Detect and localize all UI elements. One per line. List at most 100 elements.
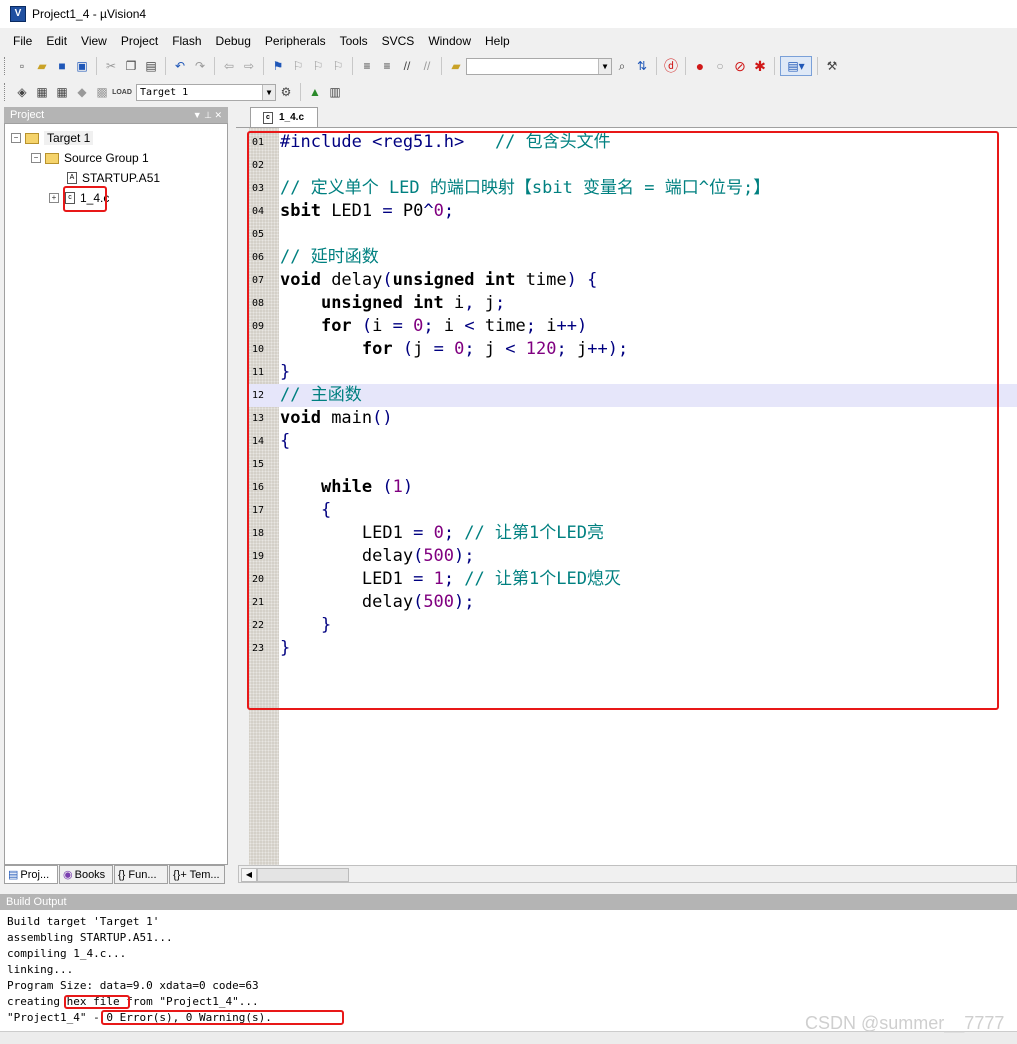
scroll-left-icon[interactable]: ◀ (241, 868, 257, 882)
tab-label: Books (74, 868, 106, 881)
toolbar-separator (685, 57, 686, 75)
tree-group-label: Source Group 1 (64, 151, 149, 165)
tree-target-label: Target 1 (44, 131, 94, 145)
kill-breakpoints-icon[interactable]: ✱ (751, 57, 769, 75)
paste-icon[interactable]: ▤ (142, 57, 160, 75)
toolbar-separator (214, 57, 215, 75)
disable-breakpoints-icon[interactable]: ⊘ (731, 57, 749, 75)
expand-icon[interactable]: + (49, 193, 59, 203)
comment-icon[interactable]: // (398, 57, 416, 75)
tab-templates[interactable]: {}+ Tem... (169, 865, 225, 884)
cut-icon[interactable]: ✂ (102, 57, 120, 75)
find-icon[interactable]: ⌕ (613, 57, 631, 75)
incremental-find-icon[interactable]: ⇅ (633, 57, 651, 75)
tab-books[interactable]: ◉ Books (59, 865, 113, 884)
menu-flash[interactable]: Flash (165, 34, 208, 48)
menu-project[interactable]: Project (114, 34, 165, 48)
configure-icon[interactable]: ⚒ (823, 57, 841, 75)
chevron-down-icon[interactable]: ▼ (262, 84, 275, 100)
manage-components-icon[interactable]: ▲ (306, 83, 324, 101)
prev-bookmark-icon[interactable]: ⚐ (289, 57, 307, 75)
build-output-line: compiling 1_4.c... (7, 947, 127, 960)
tree-file-label: STARTUP.A51 (82, 171, 161, 185)
tab-functions[interactable]: {} Fun... (114, 865, 168, 884)
tab-label: Proj... (20, 868, 50, 881)
save-all-icon[interactable]: ▣ (73, 57, 91, 75)
rebuild-icon[interactable]: ▦ (53, 83, 71, 101)
menu-window[interactable]: Window (421, 34, 478, 48)
chevron-down-icon[interactable]: ▼ (598, 58, 611, 74)
navigate-forward-icon[interactable]: ⇨ (240, 57, 258, 75)
insert-breakpoint-icon[interactable]: ● (691, 57, 709, 75)
build-output-line: creating hex file from "Project1_4"... (7, 995, 259, 1008)
window-title: Project1_4 - µVision4 (32, 7, 147, 21)
target-options-icon[interactable]: ⚙ (277, 83, 295, 101)
build-output-line: linking... (7, 963, 74, 976)
menu-tools[interactable]: Tools (333, 34, 375, 48)
toolbar-grip[interactable] (4, 83, 8, 101)
bookmark-icon[interactable]: ⚑ (269, 57, 287, 75)
menu-svcs[interactable]: SVCS (375, 34, 422, 48)
toolbar-separator (774, 57, 775, 75)
editor-tab-main[interactable]: c 1_4.c (250, 107, 318, 127)
open-file-icon[interactable]: ▰ (33, 57, 51, 75)
tree-source-group[interactable]: − Source Group 1 (31, 151, 149, 165)
tree-target[interactable]: − Target 1 (11, 131, 94, 145)
collapse-icon[interactable]: − (31, 153, 41, 163)
toolbar-grip[interactable] (4, 57, 8, 75)
menu-file[interactable]: File (6, 34, 39, 48)
new-file-icon[interactable]: ▫ (13, 57, 31, 75)
uvision-app-icon: V (10, 6, 26, 22)
download-icon[interactable]: LOAD (112, 83, 132, 101)
menu-peripherals[interactable]: Peripherals (258, 34, 333, 48)
annotation-box-result (101, 1010, 344, 1025)
save-icon[interactable]: ■ (53, 57, 71, 75)
find-combo[interactable]: ▼ (466, 57, 612, 75)
redo-icon[interactable]: ↷ (191, 57, 209, 75)
target-select[interactable]: Target 1 ▼ (136, 83, 276, 101)
project-panel-tabs: ▤ Proj... ◉ Books {} Fun... {}+ Tem... (4, 865, 228, 885)
watermark: CSDN @summer__7777 (805, 1013, 1005, 1033)
indent-icon[interactable]: ≡ (358, 57, 376, 75)
tree-file-startup[interactable]: A STARTUP.A51 (67, 171, 160, 185)
translate-icon[interactable]: ◈ (13, 83, 31, 101)
books-tab-icon: ◉ (63, 869, 73, 881)
next-bookmark-icon[interactable]: ⚐ (309, 57, 327, 75)
editor-tab-label: 1_4.c (279, 112, 305, 123)
navigate-back-icon[interactable]: ⇦ (220, 57, 238, 75)
tab-project[interactable]: ▤ Proj... (4, 865, 58, 884)
select-packs-icon[interactable]: ▥ (326, 83, 344, 101)
copy-icon[interactable]: ❐ (122, 57, 140, 75)
menu-bar: File Edit View Project Flash Debug Perip… (0, 30, 1017, 52)
toolbar-separator (656, 57, 657, 75)
annotation-box-file (63, 186, 107, 212)
title-bar: V Project1_4 - µVision4 (0, 0, 1017, 28)
window-layout-icon[interactable]: ▤▾ (780, 56, 812, 76)
batch-build-icon[interactable]: ◆ (73, 83, 91, 101)
menu-edit[interactable]: Edit (39, 34, 74, 48)
collapse-icon[interactable]: − (11, 133, 21, 143)
editor-horizontal-scrollbar[interactable]: ◀ (238, 865, 1017, 883)
clear-bookmarks-icon[interactable]: ⚐ (329, 57, 347, 75)
panel-controls-icon[interactable]: ▼ ⊥ ✕ (193, 107, 222, 123)
scroll-thumb[interactable] (257, 868, 349, 882)
unindent-icon[interactable]: ≡ (378, 57, 396, 75)
debug-session-icon[interactable]: ⓓ (662, 57, 680, 75)
menu-debug[interactable]: Debug (209, 34, 258, 48)
find-in-files-icon[interactable]: ▰ (447, 57, 465, 75)
build-output-title: Build Output (6, 896, 67, 908)
undo-icon[interactable]: ↶ (171, 57, 189, 75)
c-file-icon: c (263, 111, 273, 124)
toolbar-separator (817, 57, 818, 75)
enable-breakpoint-icon[interactable]: ○ (711, 57, 729, 75)
uncomment-icon[interactable]: // (418, 57, 436, 75)
menu-help[interactable]: Help (478, 34, 517, 48)
target-folder-icon (25, 132, 39, 144)
target-select-value: Target 1 (140, 86, 189, 98)
stop-build-icon[interactable]: ▩ (93, 83, 111, 101)
menu-view[interactable]: View (74, 34, 114, 48)
build-icon[interactable]: ▦ (33, 83, 51, 101)
folder-icon (45, 152, 59, 164)
toolbar-separator (96, 57, 97, 75)
build-toolbar: ◈ ▦ ▦ ◆ ▩ LOAD Target 1 ▼ ⚙ ▲ ▥ (0, 79, 1017, 105)
